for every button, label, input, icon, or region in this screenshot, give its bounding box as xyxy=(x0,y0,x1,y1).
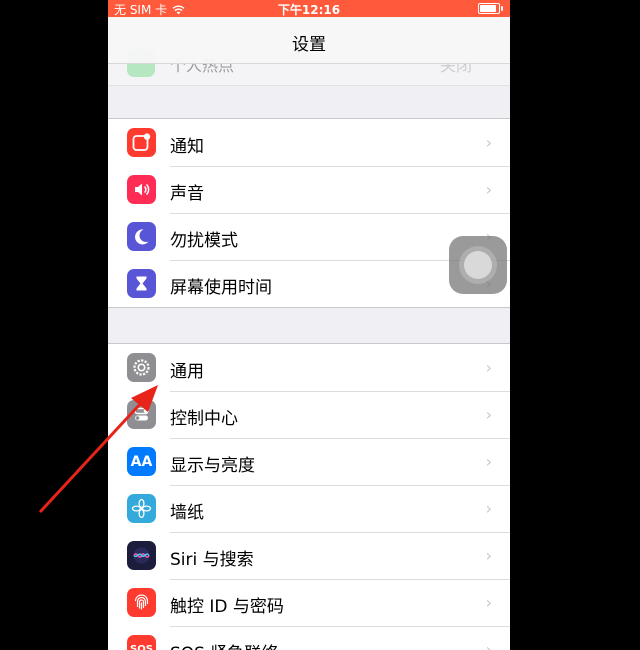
annotation-arrow xyxy=(38,385,158,514)
